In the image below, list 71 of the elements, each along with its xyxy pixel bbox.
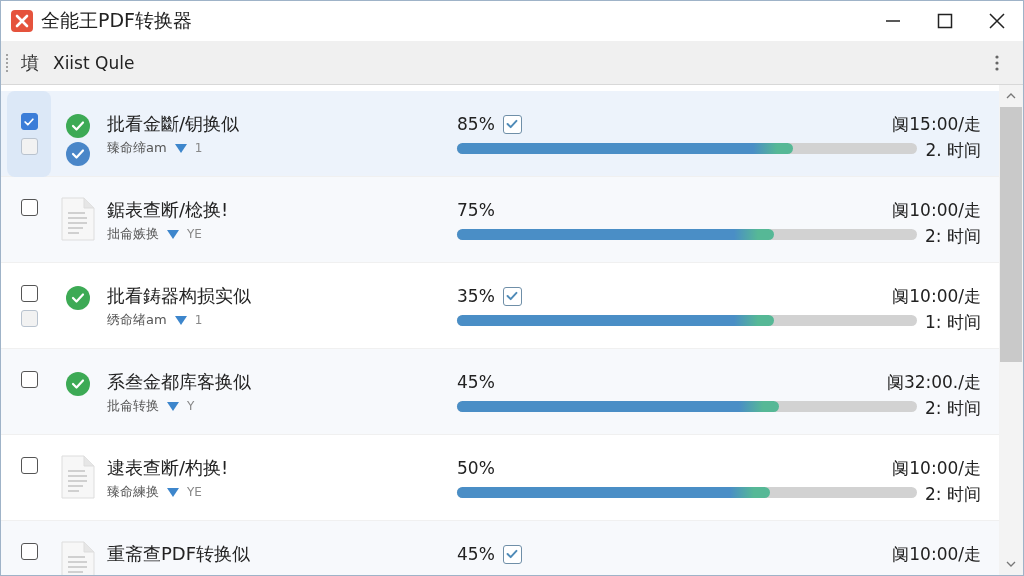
success-check-icon — [65, 113, 91, 139]
mode-tag: YE — [187, 227, 202, 241]
mode-tag: Y — [187, 399, 195, 413]
caret-icon[interactable] — [174, 315, 187, 325]
percent-label: 85% — [457, 114, 495, 134]
confirm-checkbox[interactable] — [502, 544, 522, 564]
toolbar-label: Xiist Qule — [53, 52, 136, 73]
caret-icon[interactable] — [167, 401, 179, 411]
elapsed-time: 阒32:00./走 — [886, 371, 981, 394]
file-title: 系叁金都库客换似 — [107, 370, 252, 394]
remaining-time: 2: 时间 — [925, 483, 981, 506]
row-checkbox[interactable] — [20, 371, 38, 388]
conversion-mode: 臻命缔am — [107, 139, 167, 157]
elapsed-time: 阒10:00/走 — [892, 457, 981, 480]
percent-label: 75% — [457, 200, 495, 220]
mode-tag: 1 — [194, 313, 203, 327]
more-menu-icon[interactable] — [995, 54, 999, 71]
percent-label: 50% — [457, 458, 495, 478]
file-title: 批看鋳器构损实似 — [107, 284, 252, 308]
confirm-checkbox[interactable] — [502, 114, 522, 134]
caret-icon[interactable] — [167, 487, 179, 497]
toolbar-glyph: 墳 — [21, 50, 39, 75]
remaining-time: 2: 时间 — [925, 397, 981, 420]
scroll-thumb[interactable] — [1000, 107, 1022, 362]
elapsed-time: 阒15:00/走 — [892, 113, 981, 136]
close-icon — [989, 13, 1005, 29]
elapsed-time: 阒10:00/走 — [892, 285, 981, 308]
conversion-mode: 臻命練换 — [107, 483, 159, 501]
scroll-down-icon[interactable] — [1006, 561, 1016, 567]
file-title: 鋸表查断/棯换! — [107, 198, 230, 222]
remaining-time: 1: 时间 — [925, 311, 981, 334]
conversion-mode: 绣命绪am — [107, 311, 167, 329]
conversion-mode: 拙侖嫉换 — [107, 225, 159, 243]
document-icon — [61, 455, 95, 499]
mode-tag: YE — [187, 485, 202, 499]
caret-icon[interactable] — [167, 229, 179, 239]
secondary-checkbox[interactable] — [20, 310, 38, 327]
conversion-row[interactable]: 鋸表查断/棯换! 拙侖嫉换 YE 75% 阒10:00/走 2: 时间 — [1, 177, 999, 263]
file-title: 逮表查断/杓换! — [107, 456, 230, 480]
minimize-icon — [885, 20, 901, 22]
secondary-checkbox[interactable] — [20, 138, 38, 155]
row-checkbox[interactable] — [20, 285, 38, 302]
row-checkbox[interactable] — [20, 457, 38, 474]
app-logo-icon — [11, 10, 33, 32]
scroll-up-icon[interactable] — [1006, 93, 1016, 99]
window-title: 全能王PDF转换器 — [41, 8, 194, 33]
conversion-row[interactable]: 系叁金都库客换似 批侖转换 Y 45% 阒32:00./走 2: 时间 — [1, 349, 999, 435]
percent-label: 35% — [457, 286, 495, 306]
success-check-icon — [65, 371, 91, 397]
elapsed-time: 阒10:00/走 — [892, 543, 981, 566]
confirm-checkbox[interactable] — [502, 286, 522, 306]
percent-label: 45% — [457, 544, 495, 564]
grip-icon[interactable] — [5, 53, 9, 72]
success-check-icon — [65, 285, 91, 311]
document-icon — [61, 197, 95, 241]
remaining-time: 2: 时间 — [925, 225, 981, 248]
conversion-row[interactable]: 批看金斷/钥换似 臻命缔am 1 85% 阒15:00/走 2. 时间 — [1, 91, 999, 177]
mode-tag: 1 — [194, 141, 203, 155]
percent-label: 45% — [457, 372, 495, 392]
remaining-time: 2. 时间 — [925, 139, 981, 162]
scrollbar[interactable] — [999, 85, 1023, 575]
caret-icon[interactable] — [174, 143, 187, 153]
file-title: 重斋查PDF转换似 — [107, 542, 252, 566]
maximize-icon — [937, 13, 953, 29]
file-title: 批看金斷/钥换似 — [107, 112, 241, 136]
row-checkbox[interactable] — [20, 543, 38, 560]
row-checkbox[interactable] — [20, 199, 38, 216]
conversion-mode: 批侖转换 — [107, 397, 159, 415]
row-checkbox[interactable] — [20, 113, 38, 130]
conversion-row[interactable]: 重斋查PDF转换似 45% 阒10:00/走 — [1, 521, 999, 575]
elapsed-time: 阒10:00/走 — [892, 199, 981, 222]
